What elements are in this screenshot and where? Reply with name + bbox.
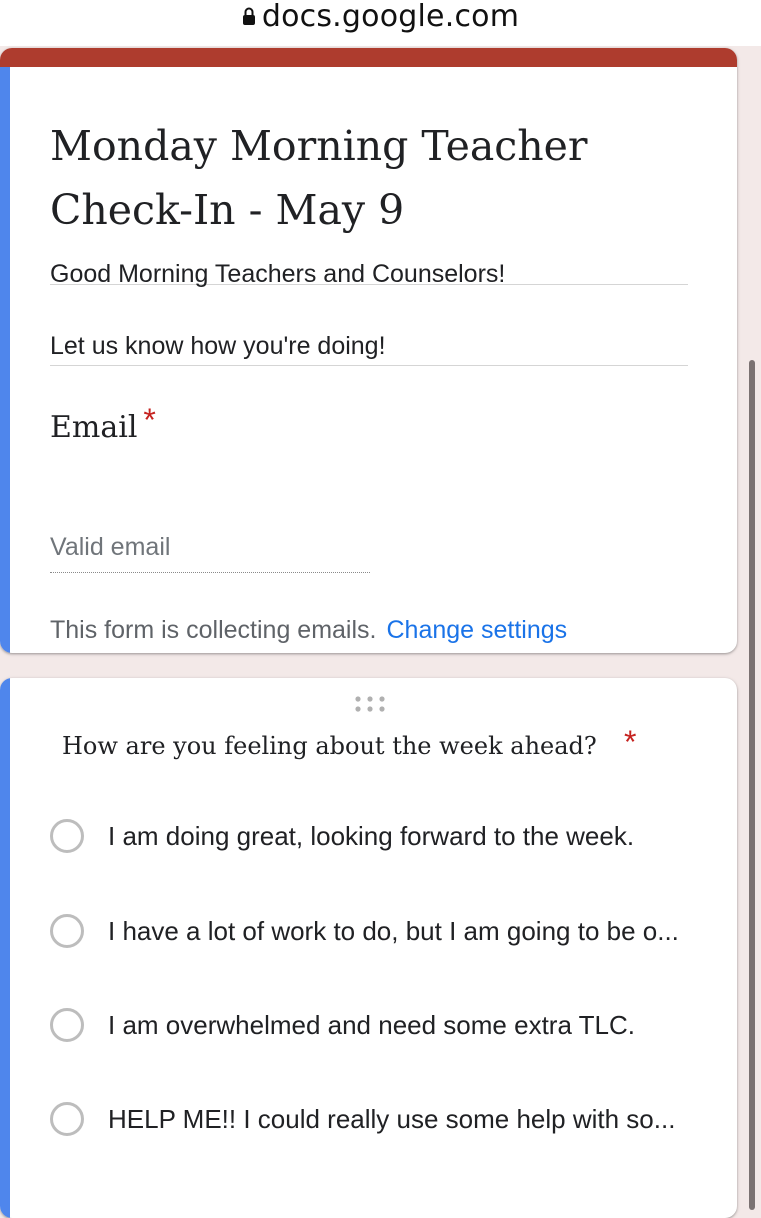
radio-icon[interactable] bbox=[50, 1008, 84, 1042]
url-container: docs.google.com bbox=[242, 0, 519, 34]
active-section-indicator bbox=[0, 678, 10, 1218]
option-row[interactable]: I am doing great, looking forward to the… bbox=[50, 814, 730, 858]
option-label: I have a lot of work to do, but I am goi… bbox=[108, 915, 679, 946]
change-settings-link[interactable]: Change settings bbox=[386, 616, 567, 644]
form-header-card: Monday Morning Teacher Check-In - May 9 … bbox=[0, 48, 737, 653]
option-row[interactable]: I have a lot of work to do, but I am goi… bbox=[50, 909, 730, 953]
radio-icon[interactable] bbox=[50, 819, 84, 853]
url-text: docs.google.com bbox=[261, 0, 520, 34]
drag-handle-icon[interactable] bbox=[352, 694, 388, 714]
option-row[interactable]: HELP ME!! I could really use some help w… bbox=[50, 1097, 730, 1141]
form-title[interactable]: Monday Morning Teacher Check-In - May 9 bbox=[50, 114, 690, 242]
required-asterisk: * bbox=[624, 724, 637, 760]
email-label-text: Email bbox=[50, 410, 138, 445]
option-label: I am overwhelmed and need some extra TLC… bbox=[108, 1009, 636, 1040]
active-section-indicator bbox=[0, 67, 10, 653]
question-card[interactable]: How are you feeling about the week ahead… bbox=[0, 678, 737, 1218]
browser-url-bar[interactable]: docs.google.com bbox=[0, 0, 761, 46]
radio-icon[interactable] bbox=[50, 914, 84, 948]
lock-icon bbox=[242, 7, 255, 25]
form-description-line1[interactable]: Good Morning Teachers and Counselors! bbox=[50, 260, 505, 289]
required-asterisk: * bbox=[143, 402, 156, 438]
option-row[interactable]: I am overwhelmed and need some extra TLC… bbox=[50, 1003, 730, 1047]
option-label: HELP ME!! I could really use some help w… bbox=[108, 1103, 676, 1134]
question-title[interactable]: How are you feeling about the week ahead… bbox=[62, 732, 597, 760]
email-input[interactable] bbox=[50, 522, 370, 573]
form-description-line2[interactable]: Let us know how you're doing! bbox=[50, 332, 386, 361]
collecting-emails-text: This form is collecting emails. bbox=[50, 616, 377, 644]
theme-header-bar bbox=[0, 48, 737, 67]
radio-icon[interactable] bbox=[50, 1102, 84, 1136]
option-label: I am doing great, looking forward to the… bbox=[108, 820, 635, 851]
description-underline bbox=[50, 365, 688, 366]
email-question-label: Email * bbox=[50, 402, 156, 445]
scrollbar[interactable] bbox=[749, 360, 755, 1210]
collecting-emails-notice: This form is collecting emails. Change se… bbox=[50, 616, 567, 645]
